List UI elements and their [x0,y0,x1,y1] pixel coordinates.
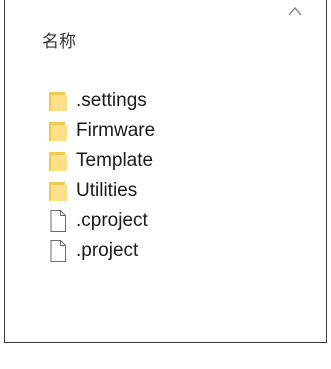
list-item-project[interactable]: .project [48,236,155,266]
folder-icon [49,92,67,111]
item-name: Template [76,150,154,171]
list-item-template[interactable]: Template [48,146,155,176]
file-icon [50,240,66,262]
column-header-name[interactable]: 名称 [42,27,76,52]
item-name: Utilities [76,180,138,201]
item-name: .settings [76,90,147,111]
list-item-utilities[interactable]: Utilities [48,176,155,206]
folder-icon [49,152,67,171]
item-name: .project [76,240,139,261]
list-item-firmware[interactable]: Firmware [48,116,155,146]
file-list: .settings Firmware Template Utilities .c… [48,86,155,266]
sort-ascending-icon[interactable] [288,6,302,16]
list-item-settings[interactable]: .settings [48,86,155,116]
item-name: .cproject [76,210,148,231]
list-item-cproject[interactable]: .cproject [48,206,155,236]
file-icon [50,210,66,232]
folder-icon [49,122,67,141]
folder-icon [49,182,67,201]
item-name: Firmware [76,120,156,141]
